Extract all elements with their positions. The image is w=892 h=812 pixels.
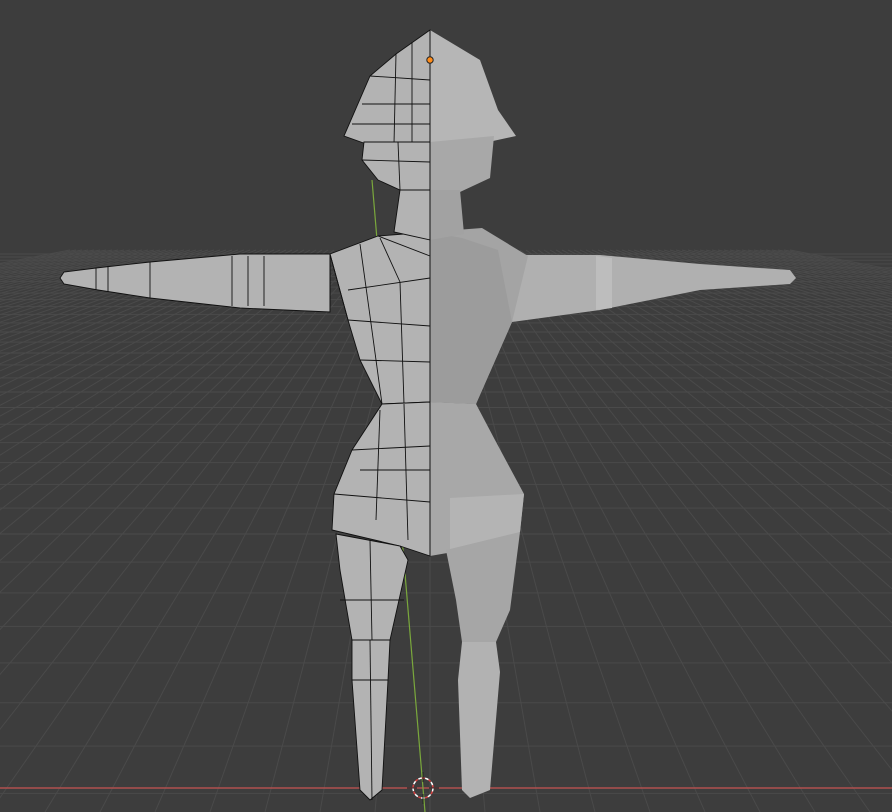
grid-line [0, 249, 119, 277]
grid-line [525, 249, 892, 513]
grid-line [0, 249, 269, 365]
grid-line [0, 249, 317, 442]
character-mesh[interactable] [59, 29, 796, 801]
grid-line [531, 249, 892, 494]
grid-line [0, 249, 335, 491]
grid-line [0, 249, 71, 264]
grid-line [585, 249, 892, 386]
grid-line [513, 249, 892, 561]
object-origin-icon[interactable] [426, 56, 434, 64]
grid-line [723, 249, 892, 290]
grid-line [0, 249, 233, 332]
grid-line [0, 249, 185, 302]
grid-line [675, 249, 892, 311]
grid-line [621, 249, 892, 348]
grid-line [0, 249, 143, 285]
grid-line [477, 249, 871, 812]
grid-line [0, 249, 179, 300]
grid-line [0, 249, 125, 279]
grid-line [0, 249, 257, 352]
grid-line [0, 249, 173, 297]
mesh-edit-half [59, 29, 431, 801]
grid-line [0, 249, 263, 358]
grid-line [627, 249, 892, 343]
grid-line [519, 249, 892, 536]
grid-line [603, 249, 892, 365]
grid-line [507, 249, 892, 590]
grid-line [537, 249, 892, 477]
3d-viewport[interactable] [0, 0, 892, 812]
grid-line [591, 249, 892, 378]
grid-line [543, 249, 892, 461]
grid-line [0, 249, 95, 270]
grid-line [549, 249, 892, 447]
grid-line [705, 249, 892, 297]
grid-line [0, 249, 359, 593]
grid-line [789, 249, 892, 271]
grid-line [777, 249, 892, 274]
grid-line [681, 249, 892, 308]
grid-line [711, 249, 892, 295]
grid-line [765, 249, 892, 277]
grid-line [495, 249, 892, 664]
grid-line [0, 249, 341, 511]
grid-line [597, 249, 892, 371]
grid-line [0, 249, 305, 417]
grid-line [735, 249, 892, 286]
grid-line [0, 249, 149, 287]
grid-line [0, 249, 215, 319]
grid-line [0, 249, 155, 289]
grid-line [0, 249, 347, 535]
grid-line [783, 249, 892, 272]
grid-line [0, 249, 137, 283]
